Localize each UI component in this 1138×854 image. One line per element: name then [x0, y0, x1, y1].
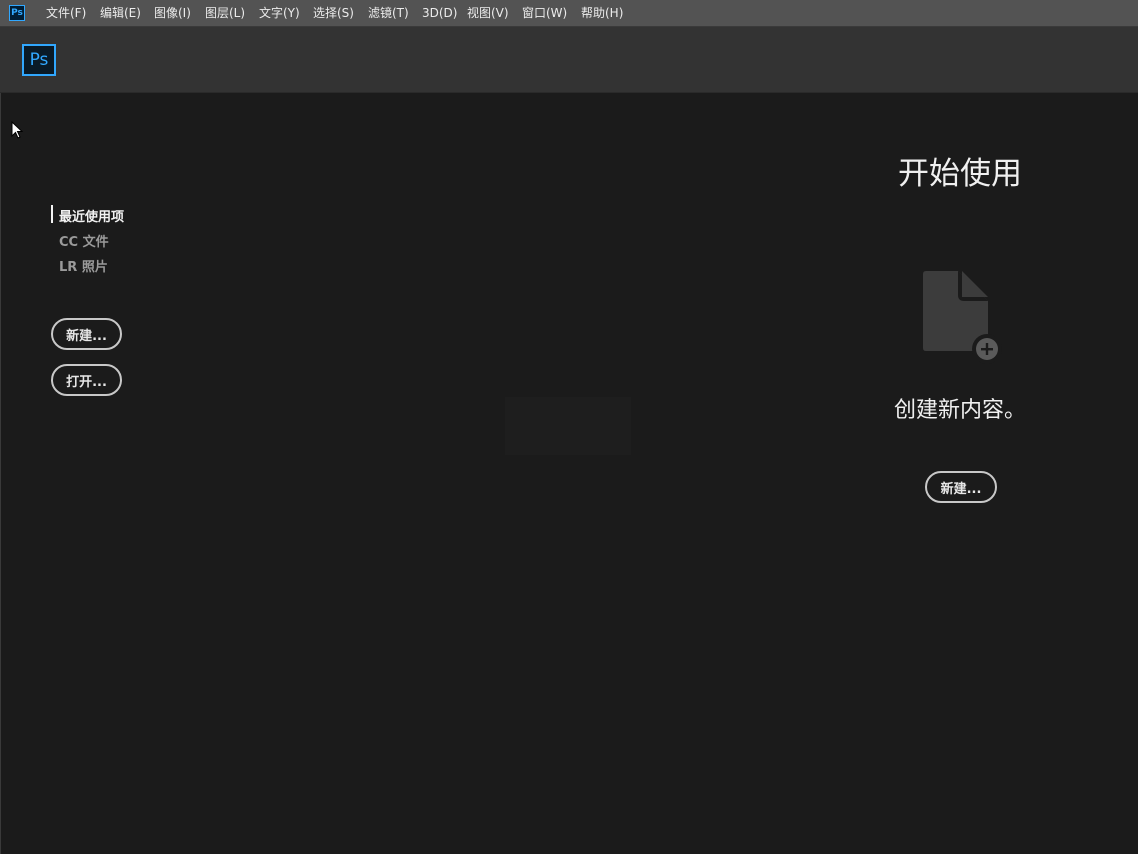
menu-type[interactable]: 文字(Y) — [259, 0, 300, 27]
app-header: Ps — [0, 27, 1138, 93]
open-button[interactable]: 打开... — [51, 364, 122, 396]
start-title: 开始使用 — [898, 156, 1022, 192]
nav-recent[interactable]: 最近使用项 — [59, 206, 124, 225]
start-new-button[interactable]: 新建... — [925, 471, 997, 503]
menu-file[interactable]: 文件(F) — [46, 0, 86, 27]
menu-3d[interactable]: 3D(D) — [422, 0, 457, 27]
menu-edit[interactable]: 编辑(E) — [100, 0, 141, 27]
create-content-text: 创建新内容。 — [893, 398, 1026, 423]
menu-image[interactable]: 图像(I) — [154, 0, 191, 27]
photoshop-app-icon[interactable]: Ps — [9, 5, 25, 21]
menu-view[interactable]: 视图(V) — [467, 0, 509, 27]
empty-recent-area — [505, 397, 631, 455]
menu-bar: Ps 文件(F) 编辑(E) 图像(I) 图层(L) 文字(Y) 选择(S) 滤… — [0, 0, 1138, 27]
photoshop-logo: Ps — [22, 44, 56, 76]
nav-lr-photos[interactable]: LR 照片 — [59, 256, 108, 275]
menu-filter[interactable]: 滤镜(T) — [368, 0, 409, 27]
menu-help[interactable]: 帮助(H) — [581, 0, 623, 27]
menu-layer[interactable]: 图层(L) — [205, 0, 245, 27]
nav-active-indicator — [51, 205, 53, 223]
new-button[interactable]: 新建... — [51, 318, 122, 350]
nav-cc-files[interactable]: CC 文件 — [59, 231, 109, 250]
new-document-icon — [923, 271, 1002, 364]
left-border — [0, 93, 1, 854]
menu-window[interactable]: 窗口(W) — [522, 0, 567, 27]
mouse-pointer-icon — [11, 121, 24, 139]
menu-select[interactable]: 选择(S) — [313, 0, 354, 27]
